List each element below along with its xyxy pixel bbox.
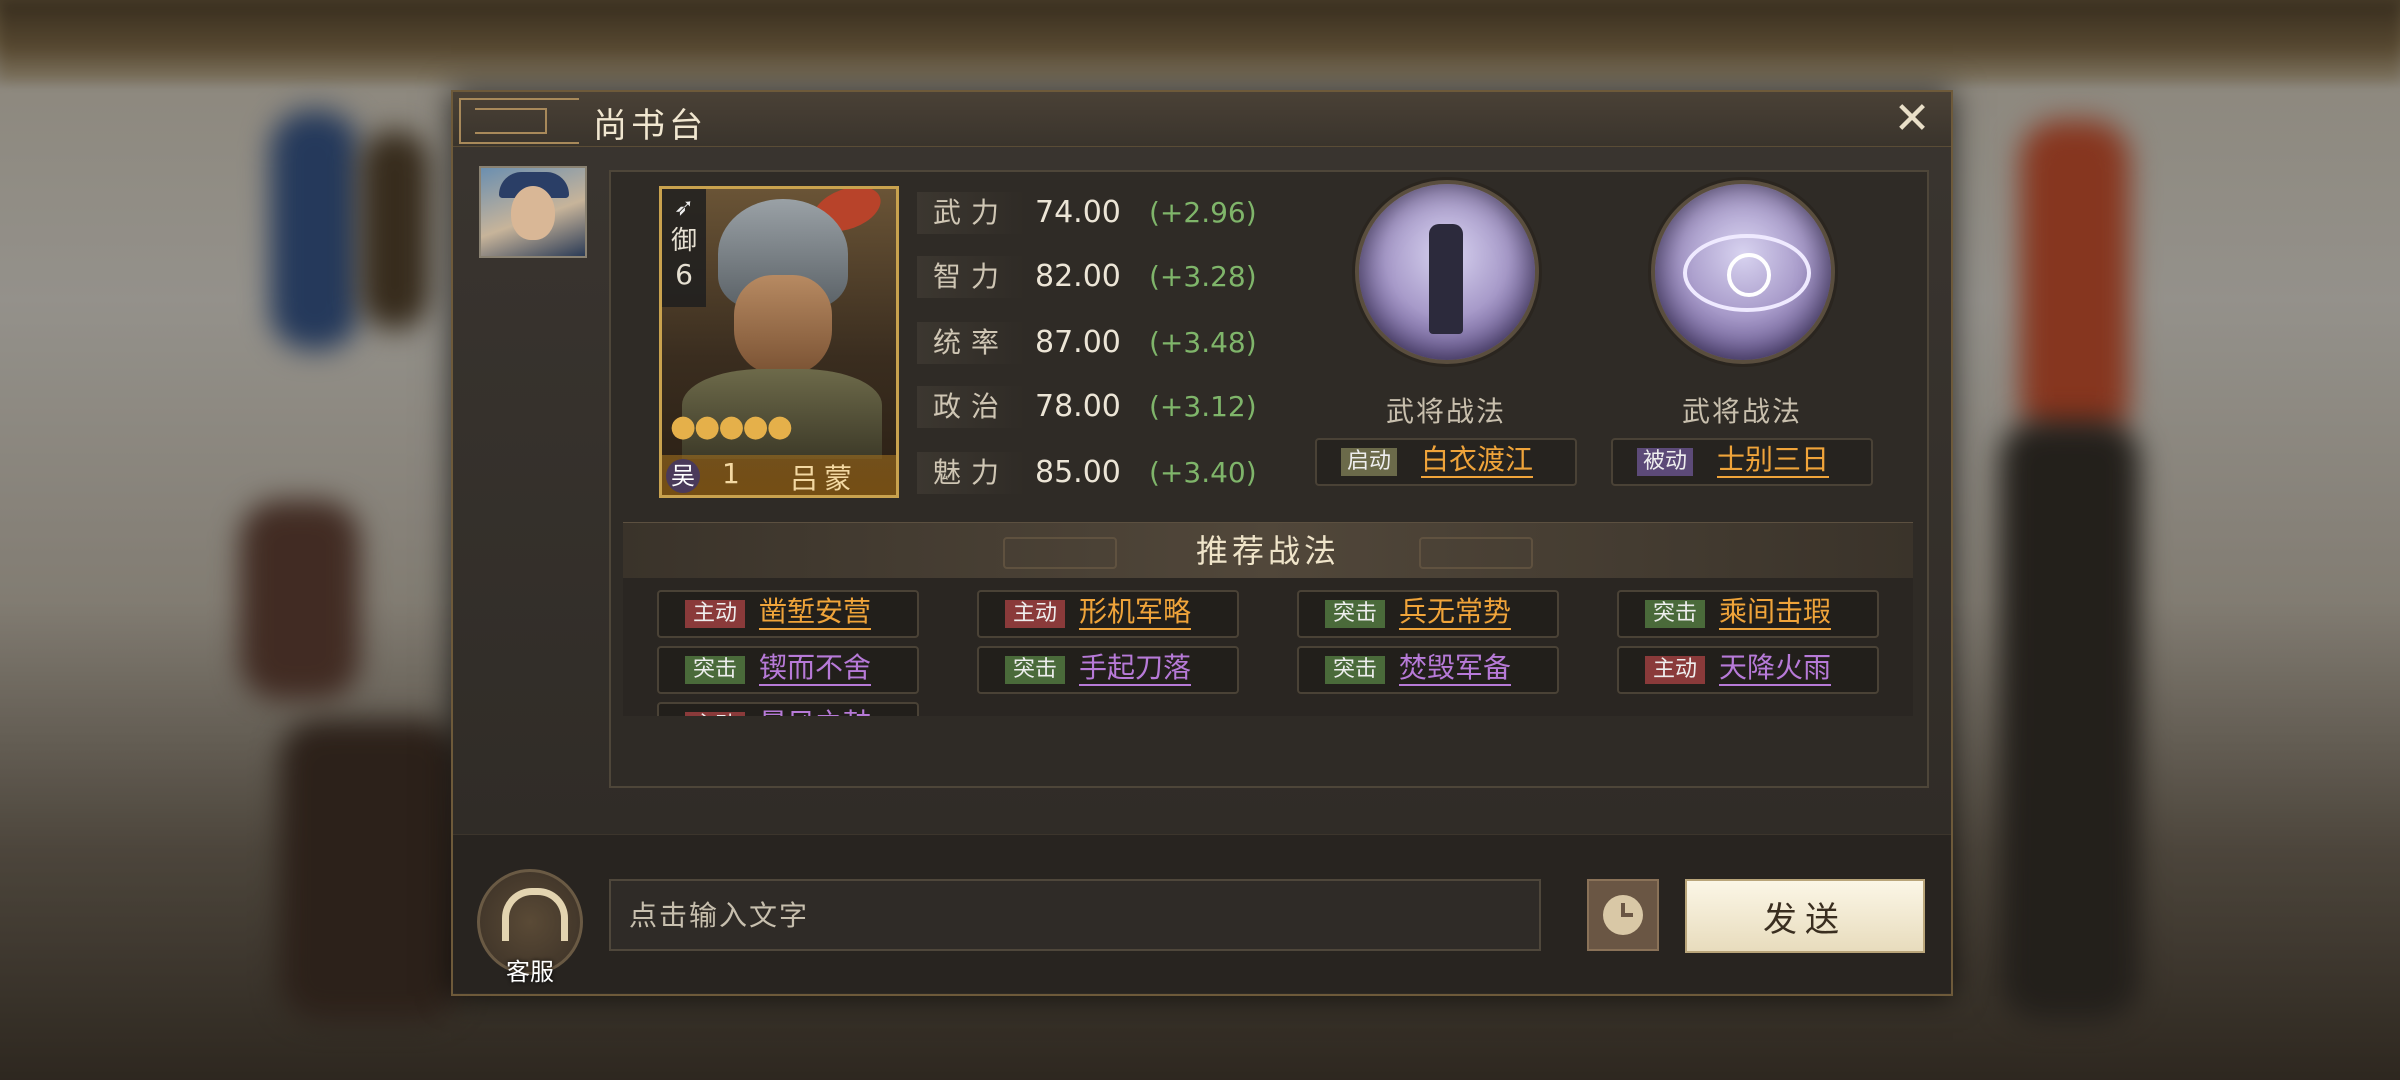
dialog-title: 尚书台 xyxy=(593,106,707,146)
tactic-tag: 主动 xyxy=(685,600,745,628)
tactic-tag: 突击 xyxy=(1325,656,1385,684)
general-card[interactable]: ➶ 御 6 ●●●●● 吴 1 吕蒙 xyxy=(659,186,899,498)
unit-arrow-icon: ➶ xyxy=(673,193,695,221)
close-button[interactable]: ✕ xyxy=(1891,97,1933,141)
star-rating: ●●●●● xyxy=(670,409,793,444)
stat-label: 政治 xyxy=(917,386,1025,428)
chat-bar: 客服 发送 xyxy=(453,834,1951,993)
tactic-name-link[interactable]: 形机军略 xyxy=(1079,596,1192,630)
dialog-titlebar: 尚书台 ✕ xyxy=(453,92,1951,147)
tactic-tag: 主动 xyxy=(685,712,745,716)
stat-value: 87.00 xyxy=(1035,325,1121,360)
tactic-name-link[interactable]: 焚毁军备 xyxy=(1399,652,1512,686)
tactic-tag: 突击 xyxy=(1005,656,1065,684)
skill-name-row[interactable]: 被动 士别三日 xyxy=(1611,438,1873,486)
chat-input[interactable] xyxy=(609,879,1541,951)
skill-name-link[interactable]: 士别三日 xyxy=(1717,444,1830,478)
tactic-tag: 突击 xyxy=(1325,600,1385,628)
tactic-name-link[interactable]: 手起刀落 xyxy=(1079,652,1192,686)
tactic-tag: 突击 xyxy=(1645,600,1705,628)
tactic-tag: 主动 xyxy=(1005,600,1065,628)
history-button[interactable] xyxy=(1587,879,1659,951)
stat-bonus: (+2.96) xyxy=(1149,196,1257,229)
skill-orb-icon[interactable] xyxy=(1651,180,1835,364)
tactic-name-link[interactable]: 天降火雨 xyxy=(1719,652,1832,686)
recommended-item[interactable]: 主动 形机军略 xyxy=(977,590,1239,638)
skill-kind: 武将战法 xyxy=(1385,395,1506,428)
unit-level: 6 xyxy=(675,258,693,291)
recommended-item[interactable]: 突击 手起刀落 xyxy=(977,646,1239,694)
tactic-name-link[interactable]: 凿堑安营 xyxy=(759,596,872,630)
recommended-item[interactable]: 突击 锲而不舍 xyxy=(657,646,919,694)
title-ornament-icon xyxy=(459,98,579,144)
stat-label: 魅力 xyxy=(917,452,1025,494)
general-rank: 1 xyxy=(722,457,740,490)
sidebar-general-avatar[interactable] xyxy=(479,166,587,258)
recommended-item[interactable]: 突击 焚毁军备 xyxy=(1297,646,1559,694)
stat-bonus: (+3.12) xyxy=(1149,390,1257,423)
stat-bonus: (+3.48) xyxy=(1149,326,1257,359)
skill-name-row[interactable]: 启动 白衣渡江 xyxy=(1315,438,1577,486)
stat-row: 统率 87.00 (+3.48) xyxy=(917,322,1277,364)
shangshutai-dialog: 尚书台 ✕ ➶ 御 6 ●●●●● 吴 1 吕蒙 武力 74.00 (+2.96… xyxy=(451,90,1953,996)
skill-orb-icon[interactable] xyxy=(1355,180,1539,364)
recommended-item[interactable]: 主动 天降火雨 xyxy=(1617,646,1879,694)
tactic-name-link[interactable]: 兵无常势 xyxy=(1399,596,1512,630)
recommended-item[interactable]: 主动 凿堑安营 xyxy=(657,590,919,638)
stat-row: 魅力 85.00 (+3.40) xyxy=(917,452,1277,494)
customer-service-label: 客服 xyxy=(506,958,554,986)
stat-label: 智力 xyxy=(917,256,1025,298)
stat-bonus: (+3.28) xyxy=(1149,260,1257,293)
stat-value: 85.00 xyxy=(1035,455,1121,490)
tactic-tag: 突击 xyxy=(685,656,745,684)
headset-icon xyxy=(502,888,568,941)
recommended-item[interactable]: 突击 兵无常势 xyxy=(1297,590,1559,638)
recommended-item[interactable]: 主动 暴风之鼓 xyxy=(657,702,919,716)
recommended-list[interactable]: 主动 凿堑安营 主动 形机军略 突击 兵无常势 突击 乘间击瑕 突击 锲而不舍 … xyxy=(623,578,1913,716)
stat-row: 智力 82.00 (+3.28) xyxy=(917,256,1277,298)
stat-label: 武力 xyxy=(917,192,1025,234)
faction-badge: 吴 xyxy=(666,459,700,493)
stat-label: 统率 xyxy=(917,322,1025,364)
tactic-name-link[interactable]: 乘间击瑕 xyxy=(1719,596,1832,630)
stat-value: 74.00 xyxy=(1035,195,1121,230)
tactic-name-link[interactable]: 锲而不舍 xyxy=(759,652,872,686)
send-button[interactable]: 发送 xyxy=(1685,879,1925,953)
stat-bonus: (+3.40) xyxy=(1149,456,1257,489)
recommended-title: 推荐战法 xyxy=(1195,532,1340,570)
skill-tag: 启动 xyxy=(1341,448,1398,476)
stat-row: 武力 74.00 (+2.96) xyxy=(917,192,1277,234)
card-footer: 吴 1 吕蒙 xyxy=(662,455,896,495)
stat-row: 政治 78.00 (+3.12) xyxy=(917,386,1277,428)
general-name: 吕蒙 xyxy=(790,462,859,495)
general-info-panel: ➶ 御 6 ●●●●● 吴 1 吕蒙 武力 74.00 (+2.96) 智力 8… xyxy=(609,170,1929,788)
skill-tag: 被动 xyxy=(1637,448,1694,476)
tactic-name-link[interactable]: 暴风之鼓 xyxy=(759,708,871,717)
recommended-header: 推荐战法 xyxy=(623,522,1913,580)
stat-value: 78.00 xyxy=(1035,389,1121,424)
customer-service-button[interactable]: 客服 xyxy=(477,869,583,986)
tactic-tag: 主动 xyxy=(1645,656,1705,684)
unit-type: 御 xyxy=(670,226,697,256)
stat-value: 82.00 xyxy=(1035,259,1121,294)
unit-type-badge: ➶ 御 6 xyxy=(662,189,706,307)
clock-icon xyxy=(1603,895,1643,935)
skill-kind: 武将战法 xyxy=(1681,395,1802,428)
skill-name-link[interactable]: 白衣渡江 xyxy=(1421,444,1534,478)
recommended-item[interactable]: 突击 乘间击瑕 xyxy=(1617,590,1879,638)
